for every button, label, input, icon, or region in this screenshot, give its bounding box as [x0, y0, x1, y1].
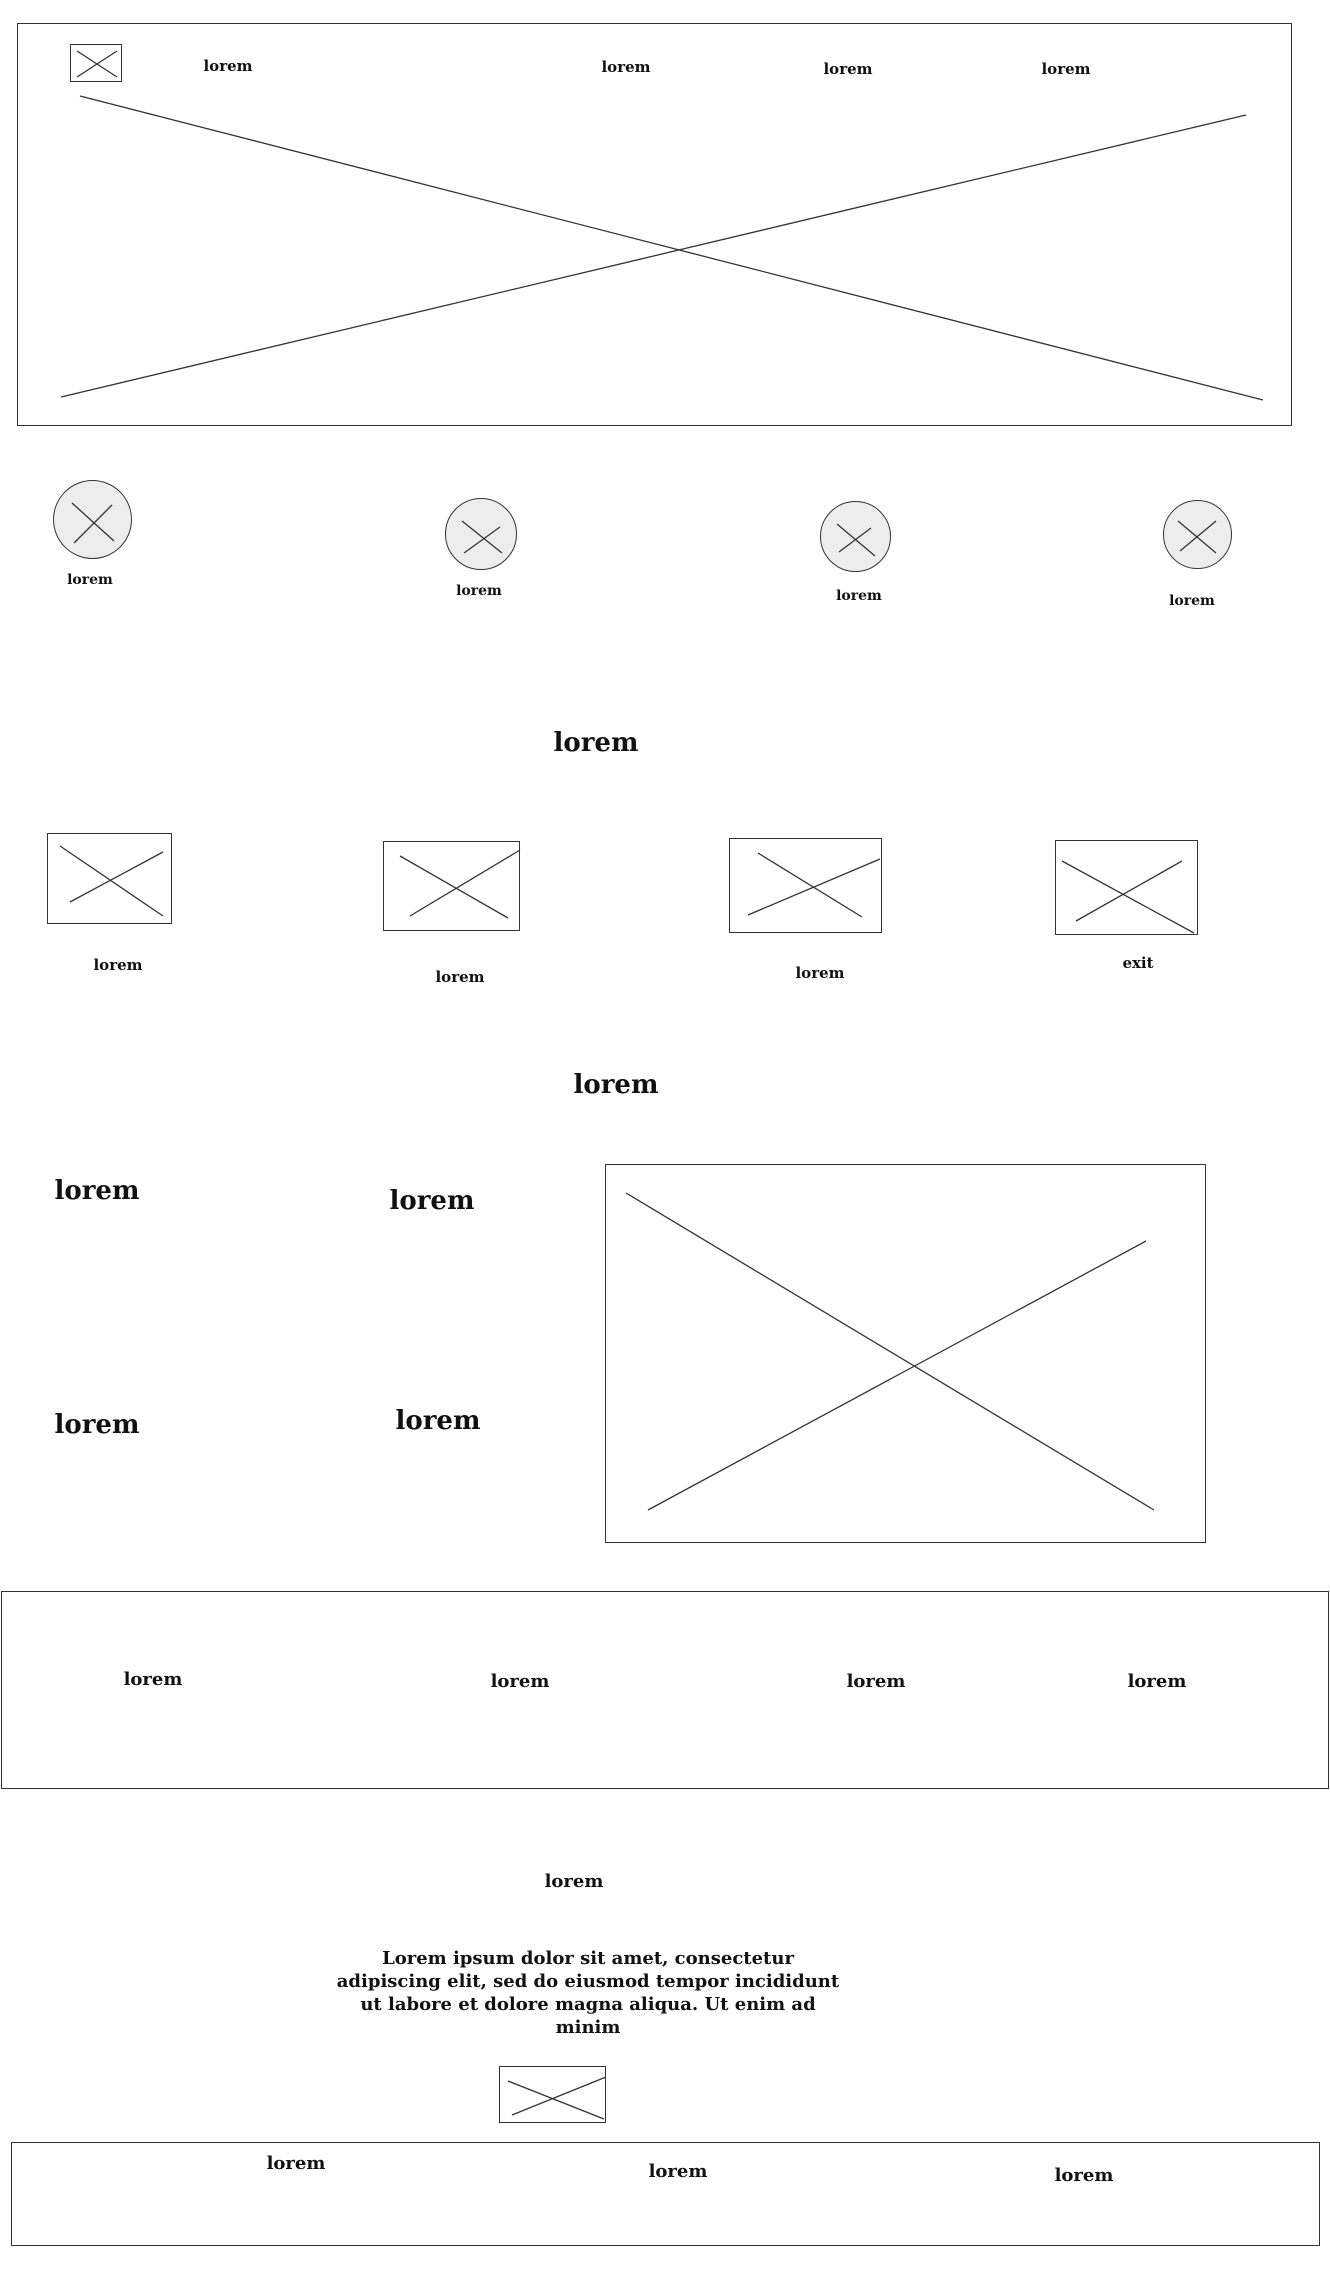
- card-label-3[interactable]: lorem: [795, 964, 844, 982]
- category-label-2[interactable]: lorem: [456, 583, 502, 599]
- category-image-icon: [836, 523, 876, 557]
- footer-link-3[interactable]: lorem: [1055, 2165, 1114, 2186]
- hero-image-placeholder-icon: [60, 95, 1264, 401]
- feature-image: [605, 1164, 1206, 1543]
- footer-link-2[interactable]: lorem: [649, 2161, 708, 2182]
- category-label-3[interactable]: lorem: [836, 588, 882, 604]
- category-avatar-1[interactable]: [53, 480, 132, 559]
- logo-image-icon: [76, 50, 118, 78]
- about-paragraph: Lorem ipsum dolor sit amet, consectetur …: [336, 1948, 840, 2038]
- about-image-icon: [507, 2076, 607, 2120]
- feature-label-4: lorem: [395, 1406, 481, 1436]
- card-image-icon: [747, 852, 881, 918]
- nav-link-2[interactable]: lorem: [601, 58, 650, 76]
- category-label-4[interactable]: lorem: [1169, 593, 1215, 609]
- section-one-title: lorem: [553, 728, 639, 758]
- band-link-1[interactable]: lorem: [124, 1669, 183, 1690]
- card-label-1[interactable]: lorem: [93, 956, 142, 974]
- card-image-icon: [59, 845, 164, 917]
- card-image-2[interactable]: [383, 841, 521, 931]
- card-image-4[interactable]: [1055, 840, 1198, 935]
- category-avatar-2[interactable]: [445, 498, 517, 570]
- category-label-1[interactable]: lorem: [67, 572, 113, 588]
- hero-banner: [17, 23, 1292, 426]
- category-image-icon: [71, 502, 115, 544]
- card-label-2[interactable]: lorem: [435, 968, 484, 986]
- card-image-icon: [1061, 860, 1195, 934]
- card-image-icon: [399, 849, 521, 919]
- section-two-title: lorem: [573, 1070, 659, 1100]
- nav-link-1[interactable]: lorem: [203, 57, 252, 75]
- band-link-4[interactable]: lorem: [1128, 1671, 1187, 1692]
- about-image: [499, 2066, 607, 2123]
- band-link-3[interactable]: lorem: [847, 1671, 906, 1692]
- card-label-exit[interactable]: exit: [1122, 954, 1153, 972]
- nav-link-3[interactable]: lorem: [823, 60, 872, 78]
- card-image-1[interactable]: [47, 833, 172, 924]
- footer: [11, 2142, 1320, 2246]
- category-image-icon: [1177, 520, 1217, 554]
- nav-link-4[interactable]: lorem: [1041, 60, 1090, 78]
- about-title: lorem: [544, 1871, 604, 1892]
- band-link-2[interactable]: lorem: [491, 1671, 550, 1692]
- category-image-icon: [461, 520, 503, 554]
- feature-label-2: lorem: [389, 1186, 475, 1216]
- feature-label-3: lorem: [54, 1410, 140, 1440]
- card-image-3[interactable]: [729, 838, 882, 933]
- category-avatar-3[interactable]: [820, 501, 891, 572]
- feature-image-icon: [625, 1192, 1155, 1511]
- feature-label-1: lorem: [54, 1176, 140, 1206]
- footer-link-1[interactable]: lorem: [267, 2153, 326, 2174]
- category-avatar-4[interactable]: [1163, 500, 1232, 569]
- logo[interactable]: [70, 44, 122, 82]
